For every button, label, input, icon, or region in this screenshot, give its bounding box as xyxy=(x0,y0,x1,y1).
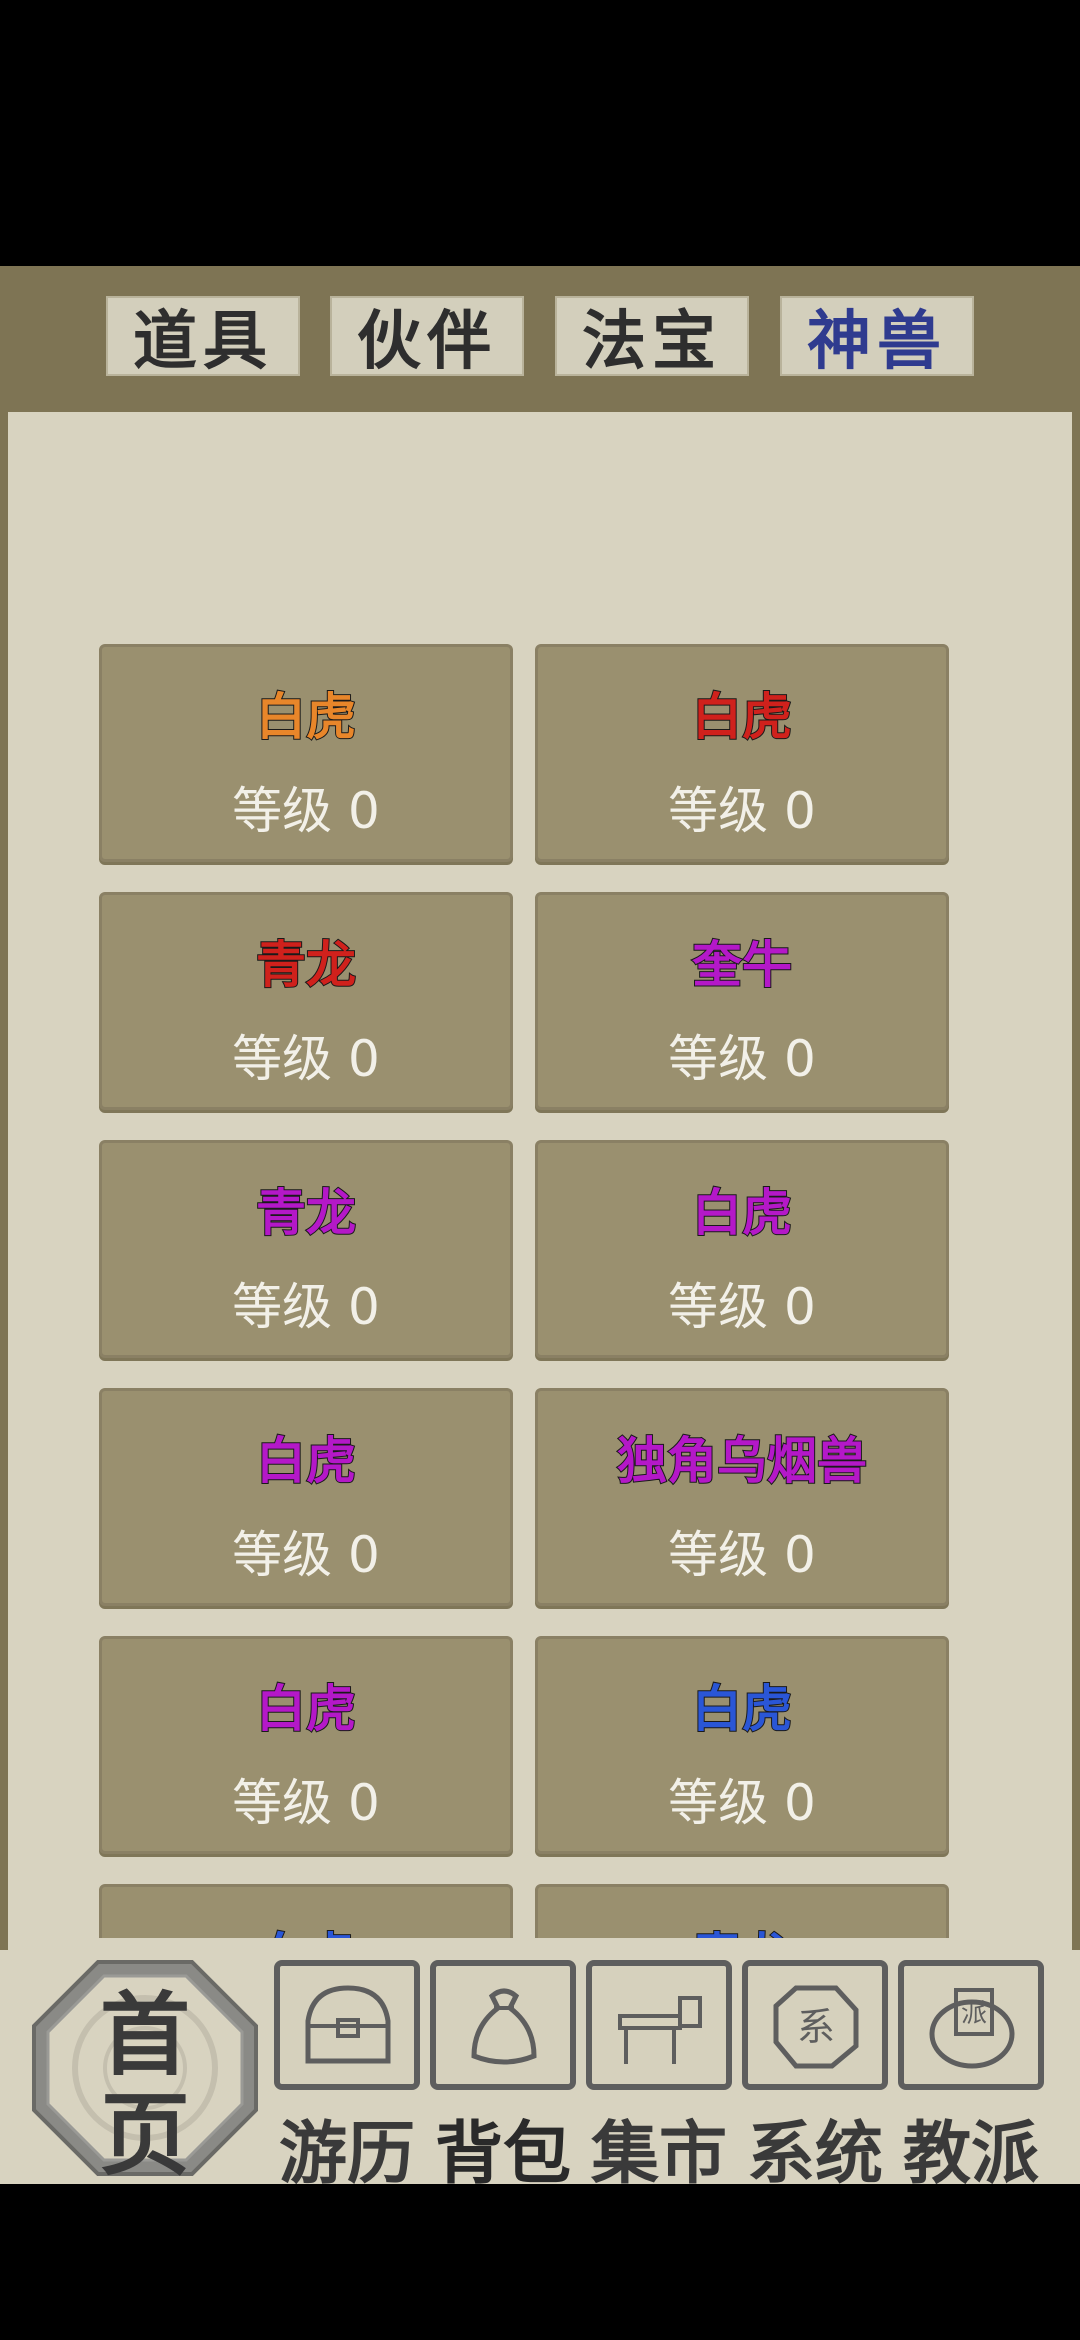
nav-label-market: 集市 xyxy=(590,2115,727,2194)
beast-name: 白虎 xyxy=(255,687,357,747)
beast-card[interactable]: 奎牛等级 0 xyxy=(535,892,949,1110)
beast-card[interactable]: 白虎等级 0 xyxy=(535,644,949,862)
beast-name: 青龙 xyxy=(255,1183,357,1243)
beast-grid: 白虎 等级 0 白虎 等级 0 青龙 等级 0 奎牛 等级 0 青龙 等级 0 白虎 等级 0 白虎 等级… xyxy=(8,412,1072,1938)
beast-card[interactable]: 青龙等级 0 xyxy=(99,892,513,1110)
tab-treasures[interactable]: 法宝 xyxy=(555,296,749,379)
beast-name: 独角乌烟兽 xyxy=(616,1431,868,1491)
beast-level: 等级 0 xyxy=(668,782,816,840)
nav-label-system: 系统 xyxy=(746,2115,883,2194)
beast-name: 白虎 xyxy=(691,687,793,747)
svg-text:系: 系 xyxy=(797,2005,835,2049)
beast-card[interactable]: 青龙等级 0 xyxy=(535,1884,949,1938)
tab-items[interactable]: 道具 xyxy=(106,296,300,379)
beast-name: 白虎 xyxy=(102,1917,510,1938)
nav-label-sect: 教派 xyxy=(902,2115,1039,2194)
beast-name: 青龙 xyxy=(538,1917,946,1938)
nav-item-market[interactable]: 集市 xyxy=(586,1960,732,2194)
beast-card[interactable]: 白虎等级 0 xyxy=(99,1388,513,1606)
beast-name: 奎牛 xyxy=(691,935,793,995)
beast-card[interactable]: 白虎等级 0 xyxy=(99,644,513,862)
nav-item-sect[interactable]: 派 教派 xyxy=(898,1960,1044,2194)
beast-card[interactable]: 白虎等级 0 xyxy=(535,1140,949,1358)
nav-item-bag[interactable]: 背包 xyxy=(430,1960,576,2194)
beast-list-panel[interactable]: 白虎 等级 0 白虎 等级 0 青龙 等级 0 奎牛 等级 0 青龙 等级 0 白虎 等级 0 白虎 等级… xyxy=(8,412,1072,2208)
beast-name: 白虎 xyxy=(255,1431,357,1491)
beast-level: 等级 0 xyxy=(232,782,380,840)
nav-item-system[interactable]: 系 系统 xyxy=(742,1960,888,2194)
nav-item-travel[interactable]: 游历 xyxy=(274,1960,420,2194)
tab-companions[interactable]: 伙伴 xyxy=(330,296,524,379)
beast-level: 等级 0 xyxy=(232,1526,380,1584)
nav-label-bag: 背包 xyxy=(434,2115,571,2194)
beast-level: 等级 0 xyxy=(668,1278,816,1336)
home-label-line2: 页 xyxy=(100,2082,190,2188)
sect-seal-icon: 派 xyxy=(898,1960,1044,2090)
beast-level: 等级 0 xyxy=(232,1774,380,1832)
beast-level: 等级 0 xyxy=(668,1526,816,1584)
chest-icon xyxy=(274,1960,420,2090)
beast-card[interactable]: 白虎等级 0 xyxy=(99,1884,513,1938)
beast-name: 白虎 xyxy=(255,1679,357,1739)
inventory-screen: 道具 伙伴 法宝 神兽 白虎 等级 0 白虎 等级 0 青龙 等级 0 奎牛 等级 0 青龙 等级… xyxy=(0,266,1080,2208)
bag-icon xyxy=(430,1960,576,2090)
beast-level: 等级 0 xyxy=(668,1774,816,1832)
status-area xyxy=(0,0,1080,266)
beast-name: 白虎 xyxy=(691,1679,793,1739)
beast-card[interactable]: 独角乌烟兽等级 0 xyxy=(535,1388,949,1606)
beast-level: 等级 0 xyxy=(668,1030,816,1088)
home-button[interactable]: 首 页 xyxy=(30,1958,260,2188)
tab-divine-beasts[interactable]: 神兽 xyxy=(780,296,974,379)
beast-level: 等级 0 xyxy=(232,1278,380,1336)
beast-name: 白虎 xyxy=(691,1183,793,1243)
system-seal-icon: 系 xyxy=(742,1960,888,2090)
beast-level: 等级 0 xyxy=(232,1030,380,1088)
stall-icon xyxy=(586,1960,732,2090)
beast-name: 青龙 xyxy=(255,935,357,995)
svg-text:派: 派 xyxy=(961,1999,987,2029)
beast-card[interactable]: 白虎等级 0 xyxy=(535,1636,949,1854)
home-indicator-area xyxy=(0,2184,1080,2340)
beast-card[interactable]: 青龙等级 0 xyxy=(99,1140,513,1358)
bottom-nav: 首 页 游历 背包 集市 系 系统 派 教派 xyxy=(0,1950,1080,2194)
beast-card[interactable]: 白虎等级 0 xyxy=(99,1636,513,1854)
category-tabs: 道具 伙伴 法宝 神兽 xyxy=(0,266,1080,410)
nav-label-travel: 游历 xyxy=(278,2115,415,2194)
